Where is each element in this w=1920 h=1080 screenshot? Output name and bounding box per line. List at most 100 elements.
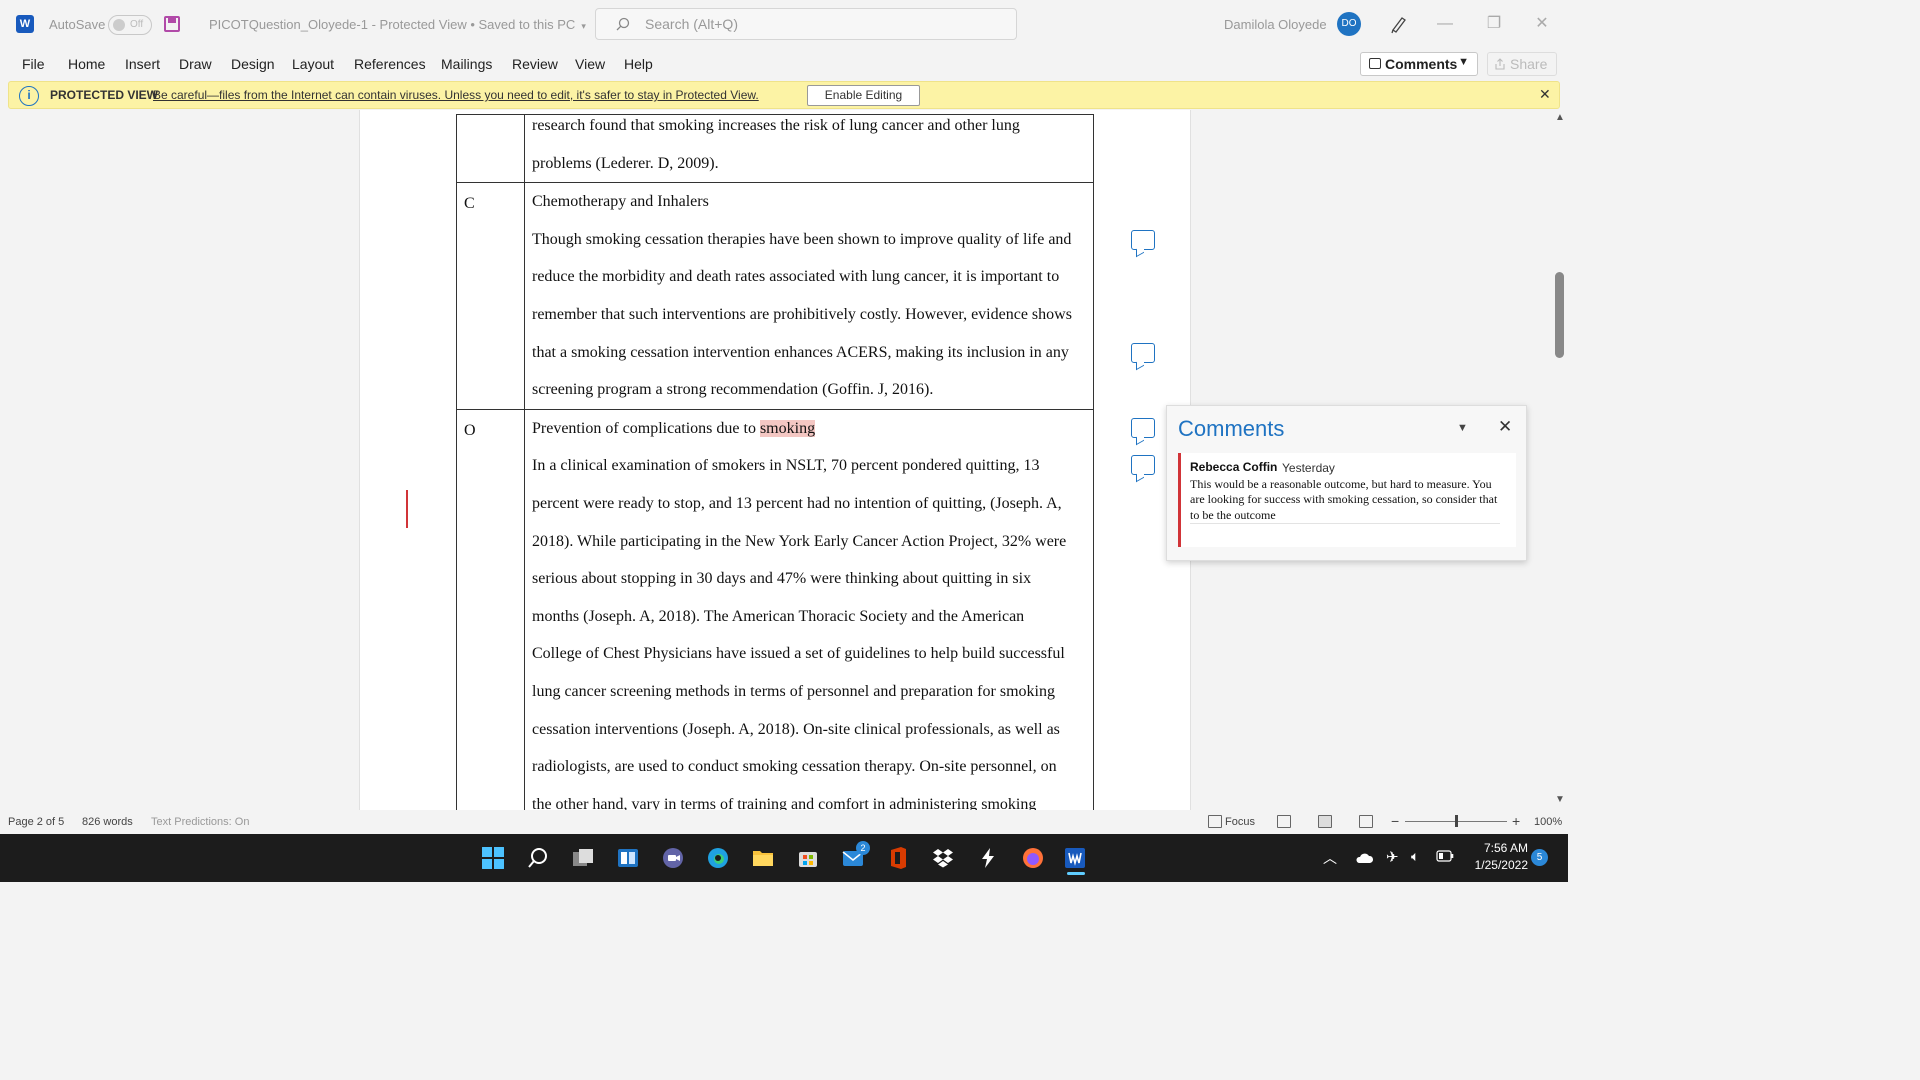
windows-start-icon[interactable]: [481, 846, 505, 870]
vertical-scrollbar[interactable]: ▲ ▼: [1552, 110, 1568, 810]
chevron-down-icon: ▾: [581, 21, 586, 31]
web-layout-icon[interactable]: [1359, 815, 1373, 828]
focus-button[interactable]: Focus: [1225, 816, 1255, 828]
battery-icon[interactable]: [1436, 850, 1454, 862]
edge-browser-icon[interactable]: [706, 846, 730, 870]
picot-table: research found that smoking increases th…: [456, 113, 1094, 810]
close-icon[interactable]: ✕: [1498, 417, 1512, 437]
share-button[interactable]: Share: [1487, 52, 1557, 76]
paragraph: Prevention of complications due to smoki…: [532, 410, 1086, 448]
dropbox-icon[interactable]: [931, 846, 955, 870]
tab-insert[interactable]: Insert: [125, 56, 160, 72]
paragraph: reduce the morbidity and death rates ass…: [532, 268, 1060, 286]
comment-card[interactable]: Rebecca Coffin Yesterday This would be a…: [1178, 453, 1516, 547]
comments-button-label: Comments: [1385, 56, 1458, 72]
system-clock[interactable]: 7:56 AM 1/25/2022: [1466, 840, 1528, 874]
user-name[interactable]: Damilola Oloyede: [1224, 17, 1327, 32]
row-content[interactable]: Prevention of complications due to smoki…: [524, 408, 1094, 810]
tab-layout[interactable]: Layout: [292, 56, 334, 72]
file-explorer-icon[interactable]: [751, 846, 775, 870]
ribbon-tabs: File Home Insert Draw Design Layout Refe…: [0, 48, 1568, 80]
office-icon[interactable]: [886, 846, 910, 870]
search-icon[interactable]: [526, 846, 550, 870]
avatar[interactable]: DO: [1337, 12, 1361, 36]
notification-count-badge[interactable]: 5: [1531, 849, 1548, 866]
row-key: [456, 113, 525, 184]
page-indicator[interactable]: Page 2 of 5: [8, 816, 64, 828]
search-icon: [616, 17, 630, 31]
tab-help[interactable]: Help: [624, 56, 653, 72]
pen-icon[interactable]: [1389, 14, 1409, 34]
paragraph: lung cancer screening methods in terms o…: [532, 682, 1055, 700]
chevron-up-icon[interactable]: ︿: [1323, 848, 1337, 868]
autosave-label: AutoSave: [49, 17, 106, 32]
restore-icon[interactable]: ❐: [1484, 14, 1504, 34]
scroll-up-icon[interactable]: ▲: [1555, 112, 1565, 123]
tab-view[interactable]: View: [575, 56, 605, 72]
close-icon[interactable]: ✕: [1532, 14, 1552, 34]
zoom-level[interactable]: 100%: [1534, 816, 1562, 828]
table-row: C Chemotherapy and Inhalers Though smoki…: [456, 182, 1094, 410]
teams-chat-icon[interactable]: [661, 846, 685, 870]
search-box[interactable]: Search (Alt+Q): [595, 8, 1017, 40]
comment-marker-icon[interactable]: [1131, 230, 1155, 250]
onedrive-cloud-icon[interactable]: [1354, 850, 1374, 864]
row-key-text: C: [464, 195, 475, 213]
comment-marker-icon[interactable]: [1131, 455, 1155, 475]
tab-file[interactable]: File: [22, 56, 45, 72]
tab-design[interactable]: Design: [231, 56, 275, 72]
close-icon[interactable]: ✕: [1539, 86, 1551, 103]
table-row: O Prevention of complications due to smo…: [456, 408, 1094, 810]
clock-date: 1/25/2022: [1474, 858, 1528, 872]
comment-marker-icon[interactable]: [1131, 343, 1155, 363]
commented-highlight[interactable]: smoking: [759, 419, 816, 437]
chevron-down-icon: ▼: [1458, 56, 1469, 68]
zoom-out-icon[interactable]: −: [1391, 813, 1399, 829]
word-count[interactable]: 826 words: [82, 816, 133, 828]
tab-home[interactable]: Home: [68, 56, 105, 72]
chevron-down-icon[interactable]: ▼: [1457, 422, 1468, 434]
volume-icon[interactable]: 🔈︎: [1411, 848, 1419, 865]
print-layout-icon[interactable]: [1318, 815, 1332, 828]
taskbar: ︿ ✈ 🔈︎ 7:56 AM 1/25/2022 5: [0, 834, 1568, 882]
zoom-slider-thumb[interactable]: [1455, 815, 1458, 827]
microsoft-store-icon[interactable]: [796, 846, 820, 870]
read-mode-icon[interactable]: [1277, 815, 1291, 828]
comment-marker-icon[interactable]: [1131, 418, 1155, 438]
paragraph: serious about stopping in 30 days and 47…: [532, 570, 1032, 588]
firefox-icon[interactable]: [1021, 846, 1045, 870]
zoom-in-icon[interactable]: +: [1512, 813, 1520, 829]
scroll-down-icon[interactable]: ▼: [1555, 794, 1565, 805]
row-content[interactable]: research found that smoking increases th…: [524, 113, 1094, 184]
minimize-icon[interactable]: —: [1435, 14, 1455, 34]
divider: [1190, 523, 1500, 524]
paragraph: months (Joseph. A, 2018). The American T…: [532, 607, 1025, 625]
document-page[interactable]: research found that smoking increases th…: [359, 110, 1191, 810]
app-launcher-icon[interactable]: [976, 846, 1000, 870]
row-content[interactable]: Chemotherapy and Inhalers Though smoking…: [524, 182, 1094, 410]
comment-icon: [1369, 58, 1381, 69]
comments-button[interactable]: Comments ▼: [1360, 52, 1478, 76]
tab-mailings[interactable]: Mailings: [441, 56, 492, 72]
tab-draw[interactable]: Draw: [179, 56, 212, 72]
title-bar: W AutoSave Off PICOTQuestion_Oloyede-1 -…: [0, 0, 1568, 48]
save-icon[interactable]: [164, 16, 180, 32]
enable-editing-button[interactable]: Enable Editing: [807, 85, 920, 106]
autosave-toggle[interactable]: Off: [108, 15, 152, 35]
widgets-icon[interactable]: [616, 846, 640, 870]
task-view-icon[interactable]: [571, 846, 595, 870]
clock-time: 7:56 AM: [1483, 841, 1528, 855]
text-predictions-status[interactable]: Text Predictions: On: [151, 816, 249, 828]
airplane-mode-icon[interactable]: ✈: [1386, 848, 1399, 866]
tab-references[interactable]: References: [354, 56, 426, 72]
paragraph: Chemotherapy and Inhalers: [532, 193, 709, 211]
tab-review[interactable]: Review: [512, 56, 558, 72]
paragraph: 2018). While participating in the New Yo…: [532, 532, 1067, 550]
word-taskbar-icon[interactable]: [1063, 846, 1087, 870]
protected-view-message[interactable]: Be careful—files from the Internet can c…: [153, 88, 759, 102]
share-icon: [1495, 58, 1505, 70]
scroll-thumb[interactable]: [1555, 272, 1564, 358]
row-key: C: [456, 182, 525, 410]
document-title[interactable]: PICOTQuestion_Oloyede-1 - Protected View…: [209, 17, 586, 32]
comment-text[interactable]: This would be a reasonable outcome, but …: [1190, 477, 1500, 523]
